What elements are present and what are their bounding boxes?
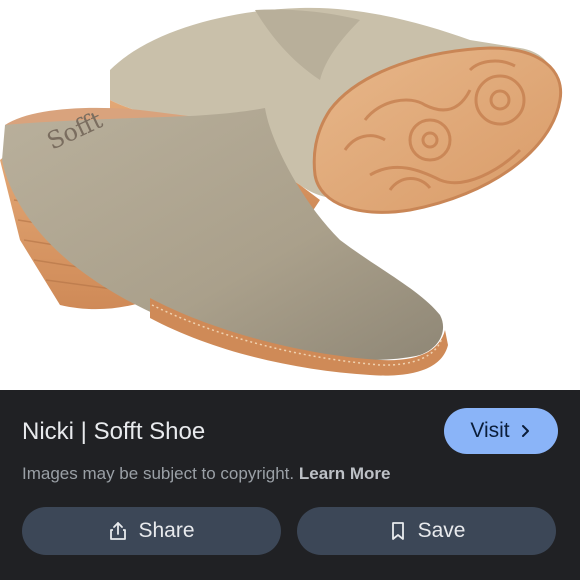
result-title[interactable]: Nicki | Sofft Shoe <box>22 417 205 447</box>
copyright-notice: Images may be subject to copyright. Lear… <box>22 463 391 485</box>
save-button[interactable]: Save <box>297 507 556 555</box>
share-button[interactable]: Share <box>22 507 281 555</box>
chevron-right-icon <box>518 424 532 438</box>
product-image[interactable]: Sofft <box>0 0 580 390</box>
save-label: Save <box>417 519 466 542</box>
visit-button[interactable]: Visit <box>444 408 558 454</box>
share-label: Share <box>138 519 195 542</box>
share-icon <box>108 521 128 541</box>
result-info-panel: Nicki | Sofft Shoe Visit Images may be s… <box>0 390 580 580</box>
visit-label: Visit <box>470 419 510 442</box>
copyright-text: Images may be subject to copyright. <box>22 464 295 483</box>
bookmark-icon <box>388 521 408 541</box>
learn-more-link[interactable]: Learn More <box>299 464 391 483</box>
shoe-photo: Sofft <box>0 7 563 376</box>
image-detail-screen: Sofft Nicki | Sofft Shoe Visit Images ma… <box>0 0 580 580</box>
